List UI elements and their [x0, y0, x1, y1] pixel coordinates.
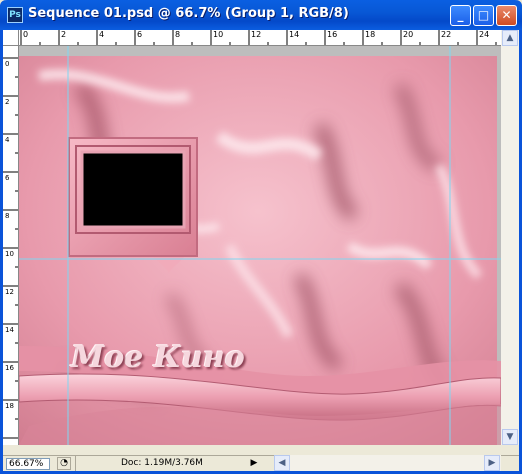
photo-placeholder — [80, 150, 186, 229]
maximize-button[interactable]: □ — [473, 5, 494, 26]
ruler-tick-label: 14 — [289, 30, 300, 39]
zoom-field[interactable]: 66.67% — [6, 458, 50, 470]
status-menu-arrow[interactable]: ▶ — [247, 457, 261, 470]
document-size[interactable]: Doc: 1.19M/3.76M — [75, 456, 247, 471]
ruler-tick-label: 12 — [5, 288, 14, 296]
ruler-tick-label: 16 — [327, 30, 338, 39]
ruler-tick-label: 16 — [5, 364, 14, 372]
horizontal-ruler[interactable]: 0 2 4 6 8 10 12 14 16 18 20 22 24 — [19, 30, 501, 46]
vertical-scrollbar[interactable]: ▲ ▼ — [501, 30, 519, 445]
ruler-tick-label: 10 — [5, 250, 14, 258]
ruler-tick-label: 20 — [403, 30, 414, 39]
scroll-up-button[interactable]: ▲ — [502, 30, 518, 46]
ruler-tick-label: 0 — [23, 30, 29, 39]
ruler-tick-label: 8 — [5, 212, 10, 220]
scroll-down-button[interactable]: ▼ — [502, 429, 518, 445]
ruler-tick-label: 4 — [99, 30, 105, 39]
vertical-ruler[interactable]: 0 2 4 6 8 10 12 14 16 18 — [3, 46, 19, 445]
ruler-tick-label: 18 — [365, 30, 376, 39]
minimize-button[interactable]: _ — [450, 5, 471, 26]
close-button[interactable]: ✕ — [496, 5, 517, 26]
photoshop-document-window: Ps Sequence 01.psd @ 66.7% (Group 1, RGB… — [0, 0, 522, 474]
ruler-tick-label: 24 — [479, 30, 490, 39]
ruler-tick-label: 6 — [137, 30, 143, 39]
ruler-tick-label: 14 — [5, 326, 14, 334]
ruler-tick-label: 2 — [61, 30, 67, 39]
ruler-tick-label: 12 — [251, 30, 262, 39]
canvas-title-text: Мое Кино — [71, 340, 245, 375]
ruler-tick-label: 22 — [441, 30, 452, 39]
ruler-tick-label: 18 — [5, 402, 14, 410]
photoshop-icon: Ps — [7, 7, 23, 23]
horizontal-scrollbar[interactable]: ◀ ▶ — [274, 455, 501, 471]
photo-frame — [68, 137, 198, 257]
ruler-tick-label: 10 — [213, 30, 224, 39]
ruler-tick-label: 6 — [5, 174, 10, 182]
title-bar[interactable]: Ps Sequence 01.psd @ 66.7% (Group 1, RGB… — [0, 0, 522, 30]
ruler-tick-label: 4 — [5, 136, 10, 144]
document-canvas[interactable]: Мое Кино — [19, 46, 501, 445]
window-title: Sequence 01.psd @ 66.7% (Group 1, RGB/8) — [28, 6, 349, 21]
scroll-right-button[interactable]: ▶ — [484, 455, 500, 471]
status-info-icon[interactable]: ◔ — [57, 457, 71, 470]
ruler-tick-label: 8 — [175, 30, 181, 39]
ruler-tick-label: 0 — [5, 60, 10, 68]
ruler-tick-label: 2 — [5, 98, 10, 106]
canvas-artwork — [19, 46, 501, 445]
scroll-left-button[interactable]: ◀ — [274, 455, 290, 471]
ruler-origin[interactable] — [3, 30, 19, 46]
